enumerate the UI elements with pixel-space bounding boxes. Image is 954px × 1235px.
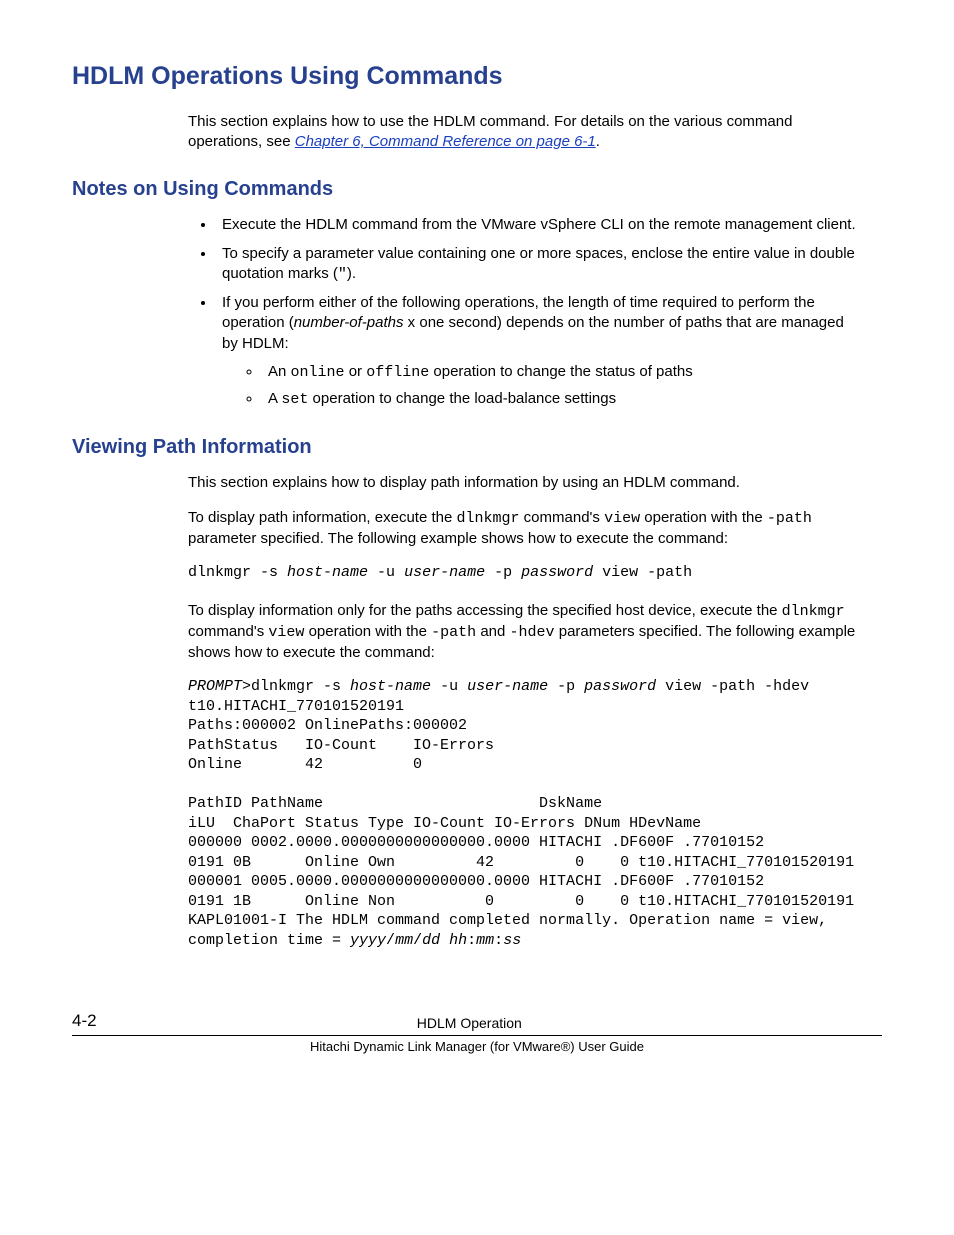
command-output: PROMPT>dlnkmgr -s host-name -u user-name… [188, 677, 862, 950]
text: operation with the [640, 509, 767, 526]
output-line: PathStatus IO-Count IO-Errors [188, 737, 494, 754]
output-line: iLU ChaPort Status Type IO-Count IO-Erro… [188, 815, 701, 832]
output-line: Paths:000002 OnlinePaths:000002 [188, 717, 467, 734]
list-item: An online or offline operation to change… [262, 362, 862, 383]
placeholder: yyyy [350, 932, 386, 949]
placeholder: mm [395, 932, 413, 949]
code: dlnkmgr [457, 510, 520, 527]
view-p3: To display information only for the path… [188, 601, 862, 664]
text: To display path information, execute the [188, 509, 457, 526]
code: -p [548, 678, 584, 695]
text: operation to change the status of paths [429, 363, 693, 380]
text: To display information only for the path… [188, 602, 782, 619]
text: operation to change the load-balance set… [308, 390, 616, 407]
output-line: 0191 1B Online Non 0 0 0 t10.HITACHI_770… [188, 893, 854, 910]
notes-heading: Notes on Using Commands [72, 176, 882, 203]
placeholder: password [521, 564, 593, 581]
text: or [345, 363, 367, 380]
placeholder: mm [476, 932, 494, 949]
text: To specify a parameter value containing … [222, 245, 855, 282]
code: -path [767, 510, 812, 527]
text: parameter specified. The following examp… [188, 530, 728, 547]
notes-list: Execute the HDLM command from the VMware… [188, 215, 862, 410]
list-item: Execute the HDLM command from the VMware… [216, 215, 862, 235]
intro-paragraph: This section explains how to use the HDL… [188, 112, 862, 153]
text: A [268, 390, 281, 407]
placeholder: host-name [287, 564, 368, 581]
placeholder: user-name [467, 678, 548, 695]
code: view -path [593, 564, 692, 581]
footer-subtitle: Hitachi Dynamic Link Manager (for VMware… [72, 1038, 882, 1056]
quote-char: " [338, 266, 347, 283]
view-p2: To display path information, execute the… [188, 508, 862, 550]
list-item: A set operation to change the load-balan… [262, 389, 862, 410]
code: -u [368, 564, 404, 581]
placeholder: host-name [350, 678, 431, 695]
intro-text-post: . [596, 133, 600, 150]
page-footer: 4-2 HDLM Operation Hitachi Dynamic Link … [72, 1010, 882, 1055]
code: -path [431, 624, 476, 641]
output-line: 0191 0B Online Own 42 0 0 t10.HITACHI_77… [188, 854, 854, 871]
text [440, 932, 449, 949]
output-line: 000001 0005.0000.0000000000000000.0000 H… [188, 873, 791, 890]
placeholder: password [584, 678, 656, 695]
code: -hdev [510, 624, 555, 641]
emphasis: number-of-paths [294, 314, 404, 331]
output-line: Online 42 0 [188, 756, 422, 773]
placeholder: user-name [404, 564, 485, 581]
placeholder: ss [503, 932, 521, 949]
code: view [604, 510, 640, 527]
code: offline [366, 364, 429, 381]
placeholder: hh [449, 932, 467, 949]
placeholder: dd [422, 932, 440, 949]
sub-list: An online or offline operation to change… [222, 362, 862, 411]
text: / [386, 932, 395, 949]
output-line: 000000 0002.0000.0000000000000000.0000 H… [188, 834, 791, 851]
code: dlnkmgr [782, 603, 845, 620]
code: >dlnkmgr -s [242, 678, 350, 695]
text: command's [520, 509, 605, 526]
text: command's [188, 623, 268, 640]
code: -p [485, 564, 521, 581]
page-heading: HDLM Operations Using Commands [72, 60, 882, 94]
text: An [268, 363, 291, 380]
code: set [281, 391, 308, 408]
command-reference-link[interactable]: Chapter 6, Command Reference on page 6-1 [295, 133, 596, 150]
text: : [494, 932, 503, 949]
prompt: PROMPT [188, 678, 242, 695]
text: operation with the [304, 623, 431, 640]
page-number: 4-2 [72, 1010, 97, 1033]
list-item: To specify a parameter value containing … [216, 244, 862, 286]
code: online [291, 364, 345, 381]
command-example-1: dlnkmgr -s host-name -u user-name -p pas… [188, 563, 862, 583]
output-line: PathID PathName DskName [188, 795, 629, 812]
viewing-heading: Viewing Path Information [72, 434, 882, 461]
view-p1: This section explains how to display pat… [188, 473, 862, 493]
footer-title: HDLM Operation [97, 1014, 842, 1033]
text: / [413, 932, 422, 949]
code: -u [431, 678, 467, 695]
text: : [467, 932, 476, 949]
text: and [476, 623, 509, 640]
code: view [268, 624, 304, 641]
code: dlnkmgr -s [188, 564, 287, 581]
text: ). [347, 265, 356, 282]
list-item: If you perform either of the following o… [216, 293, 862, 410]
